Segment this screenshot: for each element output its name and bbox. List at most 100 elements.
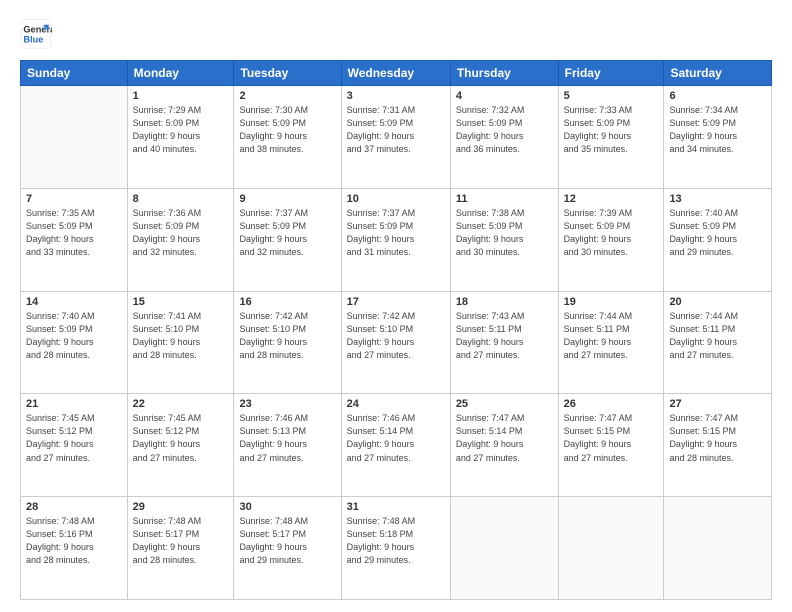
calendar-cell: 14 Sunrise: 7:40 AM Sunset: 5:09 PM Dayli… — [21, 291, 128, 394]
day-info: Sunrise: 7:40 AM Sunset: 5:09 PM Dayligh… — [669, 207, 766, 259]
day-number: 31 — [347, 501, 445, 513]
day-info: Sunrise: 7:48 AM Sunset: 5:18 PM Dayligh… — [347, 515, 445, 567]
day-info: Sunrise: 7:39 AM Sunset: 5:09 PM Dayligh… — [564, 207, 659, 259]
calendar-cell: 31 Sunrise: 7:48 AM Sunset: 5:18 PM Dayli… — [341, 497, 450, 600]
day-info: Sunrise: 7:40 AM Sunset: 5:09 PM Dayligh… — [26, 310, 122, 362]
weekday-header: Monday — [127, 61, 234, 86]
calendar-cell: 21 Sunrise: 7:45 AM Sunset: 5:12 PM Dayli… — [21, 394, 128, 497]
calendar-cell: 16 Sunrise: 7:42 AM Sunset: 5:10 PM Dayli… — [234, 291, 341, 394]
day-number: 29 — [133, 501, 229, 513]
day-number: 21 — [26, 398, 122, 410]
calendar-cell: 26 Sunrise: 7:47 AM Sunset: 5:15 PM Dayli… — [558, 394, 664, 497]
day-info: Sunrise: 7:48 AM Sunset: 5:17 PM Dayligh… — [133, 515, 229, 567]
day-info: Sunrise: 7:36 AM Sunset: 5:09 PM Dayligh… — [133, 207, 229, 259]
calendar-cell: 29 Sunrise: 7:48 AM Sunset: 5:17 PM Dayli… — [127, 497, 234, 600]
calendar-cell: 10Sunrise: 7:37 AM Sunset: 5:09 PM Dayli… — [341, 188, 450, 291]
day-number: 27 — [669, 398, 766, 410]
day-number: 16 — [239, 296, 335, 308]
calendar-week-row: 28Sunrise: 7:48 AM Sunset: 5:16 PM Dayli… — [21, 497, 772, 600]
day-number: 2 — [239, 90, 335, 102]
day-info: Sunrise: 7:43 AM Sunset: 5:11 PM Dayligh… — [456, 310, 553, 362]
calendar-cell: 2Sunrise: 7:30 AM Sunset: 5:09 PM Daylig… — [234, 86, 341, 189]
day-number: 18 — [456, 296, 553, 308]
calendar-cell — [21, 86, 128, 189]
weekday-header: Thursday — [450, 61, 558, 86]
calendar-cell: 17 Sunrise: 7:42 AM Sunset: 5:10 PM Dayli… — [341, 291, 450, 394]
calendar-cell: 7 Sunrise: 7:35 AM Sunset: 5:09 PM Daylig… — [21, 188, 128, 291]
calendar-cell: 9 Sunrise: 7:37 AM Sunset: 5:09 PM Daylig… — [234, 188, 341, 291]
calendar-cell: 24Sunrise: 7:46 AM Sunset: 5:14 PM Dayli… — [341, 394, 450, 497]
day-info: Sunrise: 7:44 AM Sunset: 5:11 PM Dayligh… — [669, 310, 766, 362]
calendar-week-row: 21 Sunrise: 7:45 AM Sunset: 5:12 PM Dayli… — [21, 394, 772, 497]
calendar-cell: 5 Sunrise: 7:33 AM Sunset: 5:09 PM Daylig… — [558, 86, 664, 189]
day-number: 6 — [669, 90, 766, 102]
day-info: Sunrise: 7:31 AM Sunset: 5:09 PM Dayligh… — [347, 104, 445, 156]
day-number: 4 — [456, 90, 553, 102]
day-info: Sunrise: 7:48 AM Sunset: 5:16 PM Dayligh… — [26, 515, 122, 567]
calendar-cell: 1 Sunrise: 7:29 AM Sunset: 5:09 PM Daylig… — [127, 86, 234, 189]
weekday-header: Sunday — [21, 61, 128, 86]
calendar-cell: 13 Sunrise: 7:40 AM Sunset: 5:09 PM Dayli… — [664, 188, 772, 291]
calendar-cell — [664, 497, 772, 600]
calendar-page: General Blue SundayMondayTuesdayWednesda… — [0, 0, 792, 612]
calendar-header-row: SundayMondayTuesdayWednesdayThursdayFrid… — [21, 61, 772, 86]
day-number: 3 — [347, 90, 445, 102]
calendar-cell: 25Sunrise: 7:47 AM Sunset: 5:14 PM Dayli… — [450, 394, 558, 497]
calendar-cell: 28Sunrise: 7:48 AM Sunset: 5:16 PM Dayli… — [21, 497, 128, 600]
day-number: 30 — [239, 501, 335, 513]
day-number: 11 — [456, 193, 553, 205]
day-number: 14 — [26, 296, 122, 308]
day-info: Sunrise: 7:37 AM Sunset: 5:09 PM Dayligh… — [347, 207, 445, 259]
calendar-cell: 6 Sunrise: 7:34 AM Sunset: 5:09 PM Daylig… — [664, 86, 772, 189]
day-info: Sunrise: 7:47 AM Sunset: 5:15 PM Dayligh… — [564, 412, 659, 464]
calendar-cell: 23Sunrise: 7:46 AM Sunset: 5:13 PM Dayli… — [234, 394, 341, 497]
day-info: Sunrise: 7:29 AM Sunset: 5:09 PM Dayligh… — [133, 104, 229, 156]
calendar-body: 1 Sunrise: 7:29 AM Sunset: 5:09 PM Daylig… — [21, 86, 772, 600]
logo: General Blue — [20, 18, 52, 50]
calendar-cell: 12 Sunrise: 7:39 AM Sunset: 5:09 PM Dayli… — [558, 188, 664, 291]
weekday-header: Friday — [558, 61, 664, 86]
calendar-cell: 30 Sunrise: 7:48 AM Sunset: 5:17 PM Dayli… — [234, 497, 341, 600]
day-info: Sunrise: 7:45 AM Sunset: 5:12 PM Dayligh… — [133, 412, 229, 464]
day-number: 17 — [347, 296, 445, 308]
calendar-cell: 20Sunrise: 7:44 AM Sunset: 5:11 PM Dayli… — [664, 291, 772, 394]
calendar-cell: 27Sunrise: 7:47 AM Sunset: 5:15 PM Dayli… — [664, 394, 772, 497]
svg-text:Blue: Blue — [23, 34, 43, 44]
calendar-cell — [558, 497, 664, 600]
day-number: 23 — [239, 398, 335, 410]
day-info: Sunrise: 7:35 AM Sunset: 5:09 PM Dayligh… — [26, 207, 122, 259]
day-info: Sunrise: 7:44 AM Sunset: 5:11 PM Dayligh… — [564, 310, 659, 362]
weekday-header: Tuesday — [234, 61, 341, 86]
day-info: Sunrise: 7:33 AM Sunset: 5:09 PM Dayligh… — [564, 104, 659, 156]
day-info: Sunrise: 7:32 AM Sunset: 5:09 PM Dayligh… — [456, 104, 553, 156]
weekday-header: Wednesday — [341, 61, 450, 86]
calendar-week-row: 14 Sunrise: 7:40 AM Sunset: 5:09 PM Dayli… — [21, 291, 772, 394]
day-info: Sunrise: 7:34 AM Sunset: 5:09 PM Dayligh… — [669, 104, 766, 156]
day-info: Sunrise: 7:42 AM Sunset: 5:10 PM Dayligh… — [347, 310, 445, 362]
day-number: 7 — [26, 193, 122, 205]
calendar-cell — [450, 497, 558, 600]
calendar-table: SundayMondayTuesdayWednesdayThursdayFrid… — [20, 60, 772, 600]
logo-icon: General Blue — [20, 18, 52, 50]
day-number: 1 — [133, 90, 229, 102]
calendar-cell: 19 Sunrise: 7:44 AM Sunset: 5:11 PM Dayli… — [558, 291, 664, 394]
day-number: 13 — [669, 193, 766, 205]
header: General Blue — [20, 18, 772, 50]
day-number: 9 — [239, 193, 335, 205]
day-number: 24 — [347, 398, 445, 410]
day-number: 12 — [564, 193, 659, 205]
calendar-cell: 4 Sunrise: 7:32 AM Sunset: 5:09 PM Daylig… — [450, 86, 558, 189]
day-number: 25 — [456, 398, 553, 410]
calendar-cell: 8 Sunrise: 7:36 AM Sunset: 5:09 PM Daylig… — [127, 188, 234, 291]
day-number: 8 — [133, 193, 229, 205]
day-number: 22 — [133, 398, 229, 410]
day-number: 5 — [564, 90, 659, 102]
day-info: Sunrise: 7:42 AM Sunset: 5:10 PM Dayligh… — [239, 310, 335, 362]
day-info: Sunrise: 7:45 AM Sunset: 5:12 PM Dayligh… — [26, 412, 122, 464]
day-number: 19 — [564, 296, 659, 308]
day-info: Sunrise: 7:37 AM Sunset: 5:09 PM Dayligh… — [239, 207, 335, 259]
calendar-cell: 18 Sunrise: 7:43 AM Sunset: 5:11 PM Dayli… — [450, 291, 558, 394]
day-number: 26 — [564, 398, 659, 410]
calendar-week-row: 7 Sunrise: 7:35 AM Sunset: 5:09 PM Daylig… — [21, 188, 772, 291]
day-info: Sunrise: 7:48 AM Sunset: 5:17 PM Dayligh… — [239, 515, 335, 567]
